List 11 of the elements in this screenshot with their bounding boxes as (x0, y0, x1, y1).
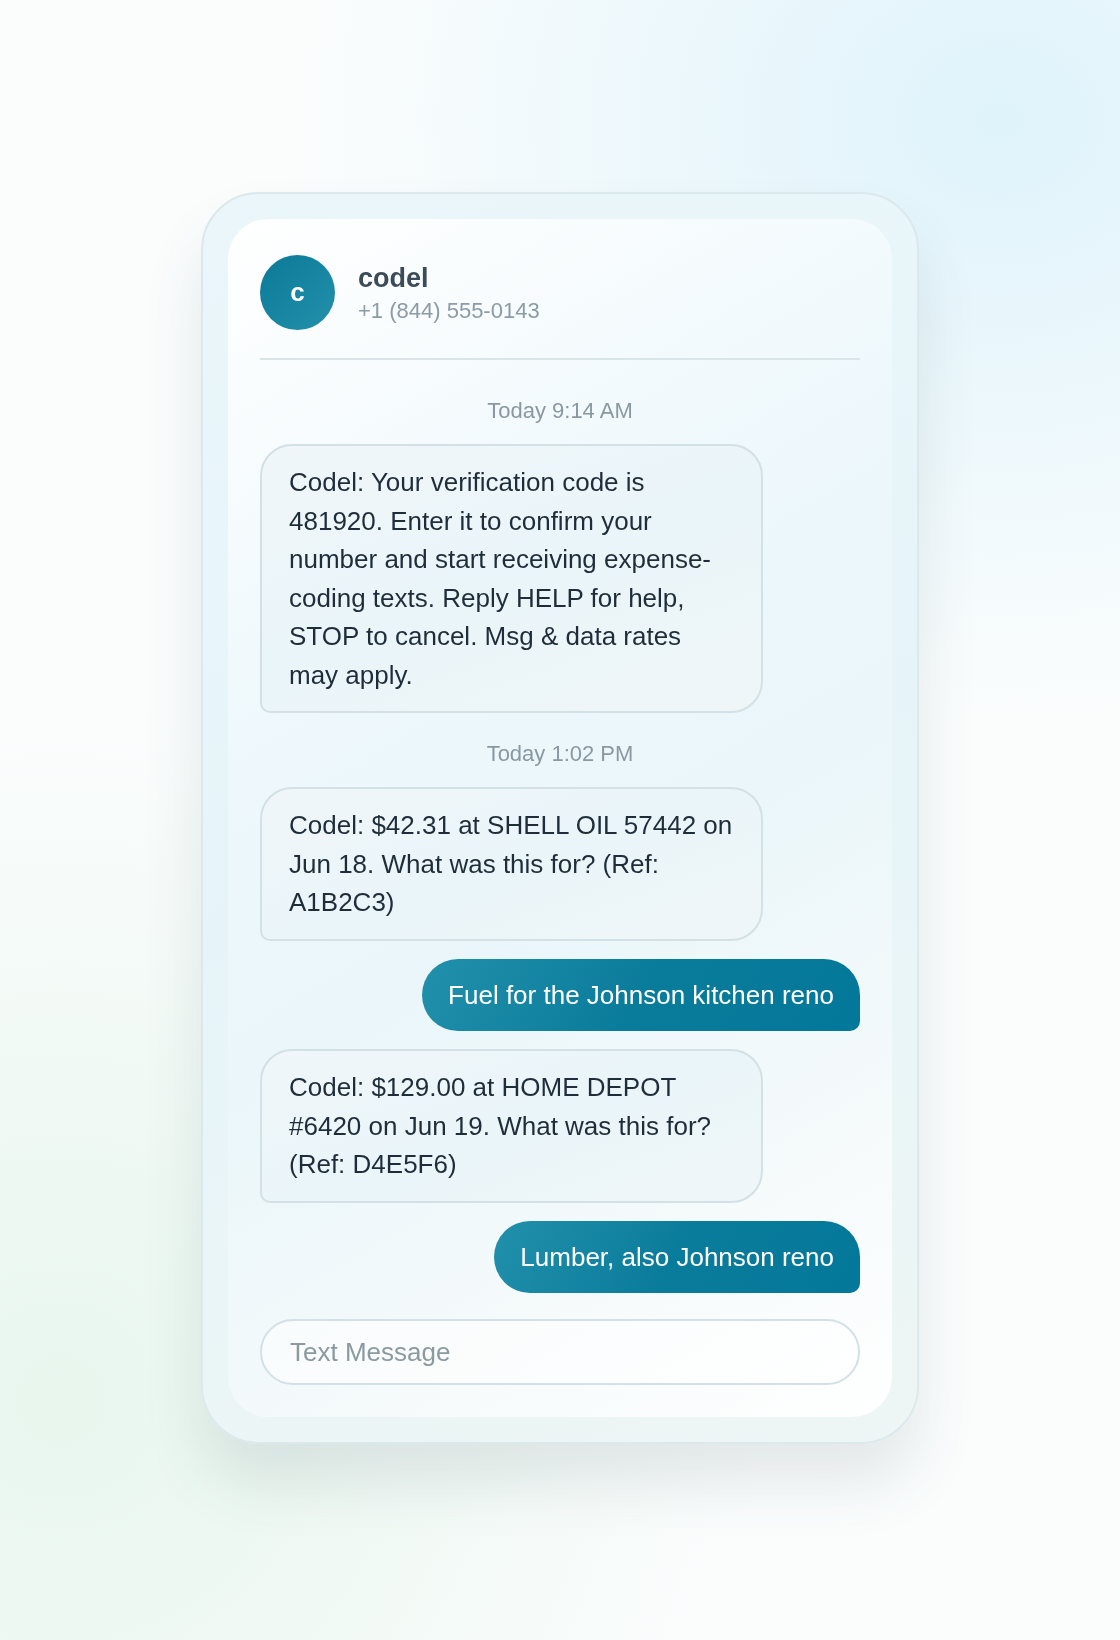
incoming-message-bubble: Codel: $129.00 at HOME DEPOT #6420 on Jun 19. What was this for? (Ref: D4E5F6) (260, 1049, 763, 1203)
incoming-message-bubble: Codel: $42.31 at SHELL OIL 57442 on Jun 18. What was this for? (Ref: A1B2C3) (260, 787, 763, 941)
incoming-message-bubble: Codel: Your verification code is 481920. Enter it to confirm your number and start receiving expense-coding texts. Reply HELP for help, STOP to cancel. Msg & data rates may apply. (260, 444, 763, 713)
message-timestamp: Today 9:14 AM (487, 398, 633, 424)
message-timestamp: Today 1:02 PM (486, 741, 634, 767)
outgoing-message-bubble: Fuel for the Johnson kitchen reno (422, 958, 860, 1031)
contact-avatar: c (260, 255, 335, 330)
contact-phone: +1 (844) 555-0143 (358, 297, 540, 324)
message-input[interactable]: Text Message (260, 1319, 860, 1385)
contact-name: codel (358, 261, 430, 294)
outgoing-message-bubble: Lumber, also Johnson reno (494, 1220, 860, 1293)
